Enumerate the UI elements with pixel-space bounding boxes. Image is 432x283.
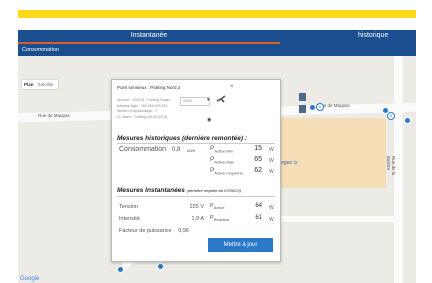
p-active-avg-unit: W <box>269 169 274 175</box>
cabinet-marker-1[interactable] <box>299 93 306 101</box>
chevron-down-icon[interactable]: ▾ <box>207 97 210 103</box>
road-lower <box>280 216 400 222</box>
divider <box>117 196 275 197</box>
light-marker-numbered[interactable]: 8 <box>387 112 395 120</box>
p-active-avg-value: 62 <box>254 167 262 174</box>
tab-historique[interactable]: historique <box>358 32 388 39</box>
p-active-min-value: 15 <box>254 145 262 152</box>
light-marker[interactable] <box>404 117 411 124</box>
tab-instantanee[interactable]: Instantanée <box>18 30 280 46</box>
pin-icon: ⊙ <box>293 160 298 166</box>
eye-icon[interactable]: ◉ <box>207 117 211 123</box>
p-active-max-unit: W <box>269 158 274 164</box>
tension-label: Tension <box>119 204 138 210</box>
p-reactive-unit: W <box>269 217 274 223</box>
google-logo: Google <box>20 276 40 282</box>
consumption-label: Consommation <box>119 146 167 153</box>
tab-instantanee-label: Instantanée <box>130 32 168 39</box>
light-marker[interactable] <box>309 104 316 111</box>
info-line: Armoire : LEDLIS - Parking Sogeo <box>117 98 171 102</box>
p-active-max-value: 65 <box>254 156 262 163</box>
p-active-value: 64 <box>255 203 262 209</box>
update-button[interactable]: Mettre à jour <box>208 238 273 252</box>
map-type-satellite[interactable]: Satellite <box>36 80 56 89</box>
road-label-vertical: Rue de la Balette <box>386 156 396 176</box>
p-active-min-label: PActive Min <box>210 145 233 154</box>
light-marker[interactable] <box>157 263 164 270</box>
historical-title: Mesures historiques (dernière remontée) … <box>117 135 248 142</box>
map-type-plan[interactable]: Plan <box>22 80 36 89</box>
intensite-value: 1,9 A <box>191 216 204 222</box>
consumption-value: 0,8 <box>172 147 181 153</box>
road-label-left: Rue de Maupas <box>38 113 70 118</box>
close-icon[interactable]: × <box>230 84 234 90</box>
instant-title: Mesures Instantanées (dernière requête d… <box>117 187 241 194</box>
map-type-switch[interactable]: Plan Satellite <box>22 80 58 89</box>
p-active-min-unit: W <box>269 147 274 153</box>
tension-value: 225 V <box>189 204 204 210</box>
p-active-avg-label: PActive moyenne <box>210 167 243 176</box>
light-marker-numbered[interactable]: 8 <box>316 103 324 111</box>
consumption-unit: kWh <box>187 148 195 153</box>
dimming-select[interactable]: 100% <box>180 97 210 106</box>
p-active-label: PActive <box>210 203 225 211</box>
p-active-max-label: PActive Max <box>210 156 234 165</box>
building <box>276 118 386 188</box>
divider <box>117 143 275 144</box>
info-line: Adresse logic : 182.169.100.204 <box>117 104 168 108</box>
brand-band <box>18 10 416 18</box>
power-factor-value: 0,96 <box>178 228 189 234</box>
p-active-unit: W <box>269 205 274 211</box>
info-popup: Point lumineux : Parking Nord 2 × Armoir… <box>111 79 281 262</box>
top-nav: Instantanée historique Consommation <box>18 30 416 56</box>
intensite-label: Intensité <box>119 216 140 222</box>
plug-icon[interactable] <box>216 95 228 104</box>
info-line: Numéro d'appareillage : 7 <box>117 109 157 113</box>
popup-title: Point lumineux : Parking Nord 2 <box>117 85 181 90</box>
active-tab-underline <box>18 42 280 44</box>
p-reactive-value: 61 <box>255 215 262 221</box>
p-reactive-label: PRéactive <box>210 215 230 223</box>
page-subtitle: Consommation <box>22 47 59 53</box>
info-line: Cr. Alarm : Parking (2019/12/13) <box>117 115 167 119</box>
cabinet-marker-2[interactable] <box>299 105 306 113</box>
